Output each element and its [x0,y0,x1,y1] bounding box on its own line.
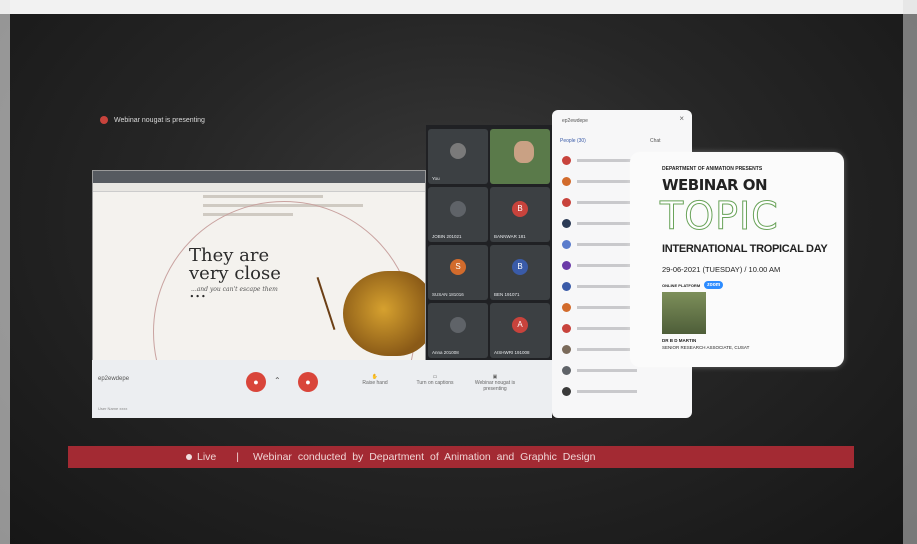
participant-name-blurred [577,389,637,393]
ticker-message: Webinar conducted by Department of Anima… [253,451,596,463]
participant-name-blurred [577,368,637,372]
poster-webinar-on: WEBINAR ON [662,176,768,194]
participant-name-blurred [577,200,637,204]
participant-name-blurred [577,263,637,267]
participant-tile[interactable]: You [428,129,488,184]
zoom-logo: zoom [704,281,724,289]
presenting-icon [100,116,108,124]
participant-name: You [432,176,440,181]
avatar [562,218,571,228]
panel-header: ep2ewdepe [562,118,588,124]
captions-button[interactable]: ▭ Turn on captions [410,374,460,386]
avatar [562,302,571,312]
participant-name: SUSAN 181016 [432,292,464,297]
participant-name: JOBIN 201021 [432,234,462,239]
participant-list-item[interactable] [562,385,682,397]
live-indicator: Live [186,451,216,463]
participant-tile[interactable]: S SUSAN 181016 [428,245,488,300]
participant-tile[interactable]: B BANNWAR 181 [490,187,550,242]
meeting-control-bar: ep2ewdepe ● ⌃ ● ✋ Raise hand ▭ Turn on cap… [92,360,552,418]
live-label: Live [197,451,217,463]
live-ticker: Live | Webinar conducted by Department o… [68,446,854,468]
avatar [562,281,571,291]
screen-bezel-left [0,0,10,544]
mic-off-button[interactable]: ● [246,372,266,392]
meeting-code: ep2ewdepe [98,376,130,382]
avatar [562,386,571,396]
avatar: B [512,259,528,275]
camera-off-button[interactable]: ● [298,372,318,392]
participant-name-blurred [577,221,637,225]
avatar [562,155,571,165]
poster-topic: TOPIC [660,194,779,239]
tab-people[interactable]: People (30) [560,138,586,144]
hero-subtitle: ...and you can't escape them [191,286,278,293]
avatar [562,239,571,249]
participant-tile[interactable]: JOBIN 201021 [428,187,488,242]
avatar [450,201,466,217]
participant-name-blurred [577,326,637,330]
poster-platform: ONLINE PLATFORM zoom [662,281,724,289]
participant-name: BEN 191071 [494,292,520,297]
ticker-separator: | [236,451,239,463]
avatar [562,344,571,354]
participant-tile[interactable]: A AISHWRI 191008 [490,303,550,358]
tab-chat[interactable]: Chat [650,138,661,144]
avatar: A [512,317,528,333]
panel-tabs: People (30) Chat [560,138,684,148]
raise-hand-button[interactable]: ✋ Raise hand [350,374,400,386]
participant-grid: You JOBIN 201021 B BANNWAR 181 S SUSAN 1… [426,125,552,360]
avatar [562,176,571,186]
poster-date: 29-06-2021 (TUESDAY) / 10.00 AM [662,265,781,274]
present-button[interactable]: ▣ Webinar nougat is presenting [470,374,520,392]
participant-name-blurred [577,305,637,309]
participant-name-blurred [577,158,637,162]
poster-event: INTERNATIONAL TROPICAL DAY [662,243,828,255]
browser-tab-bar [93,171,425,183]
participant-name-blurred [577,284,637,288]
avatar: S [450,259,466,275]
more-icon[interactable]: ⌃ [274,376,281,385]
participant-name: BANNWAR 181 [494,234,526,239]
participant-video[interactable] [490,129,550,184]
participant-name: Anna 201008 [432,350,459,355]
bar-footer: User Name xxxx [98,406,128,411]
poster-dept: DEPARTMENT OF ANIMATION PRESENTS [662,166,763,172]
live-dot-icon [186,454,192,460]
presenting-text: Webinar nougat is presenting [114,116,205,124]
avatar [562,260,571,270]
avatar [562,197,571,207]
screen-bezel-right [903,0,917,544]
speaker-name: DR B D MARTIN [662,338,697,343]
avatar [450,317,466,333]
avatar [562,365,571,375]
insect-illustration [343,271,425,356]
participant-tile[interactable]: B BEN 191071 [490,245,550,300]
speaker-photo [662,292,706,334]
participant-name: AISHWRI 191008 [494,350,530,355]
participant-name-blurred [577,242,637,246]
avatar: B [512,201,528,217]
avatar [514,141,534,163]
participant-tile[interactable]: Anna 201008 [428,303,488,358]
participant-name-blurred [577,179,637,183]
webinar-poster: DEPARTMENT OF ANIMATION PRESENTS WEBINAR… [630,152,844,367]
avatar [450,143,466,159]
close-icon[interactable]: × [679,114,684,123]
participant-name-blurred [577,347,637,351]
screen-bezel-top [0,0,917,14]
shared-screen: They are very close ... ...and you can't… [92,170,426,362]
avatar [562,323,571,333]
speaker-title: SENIOR RESEARCH ASSOCIATE, CUSAT [662,345,750,350]
presenting-indicator: Webinar nougat is presenting [100,116,205,124]
